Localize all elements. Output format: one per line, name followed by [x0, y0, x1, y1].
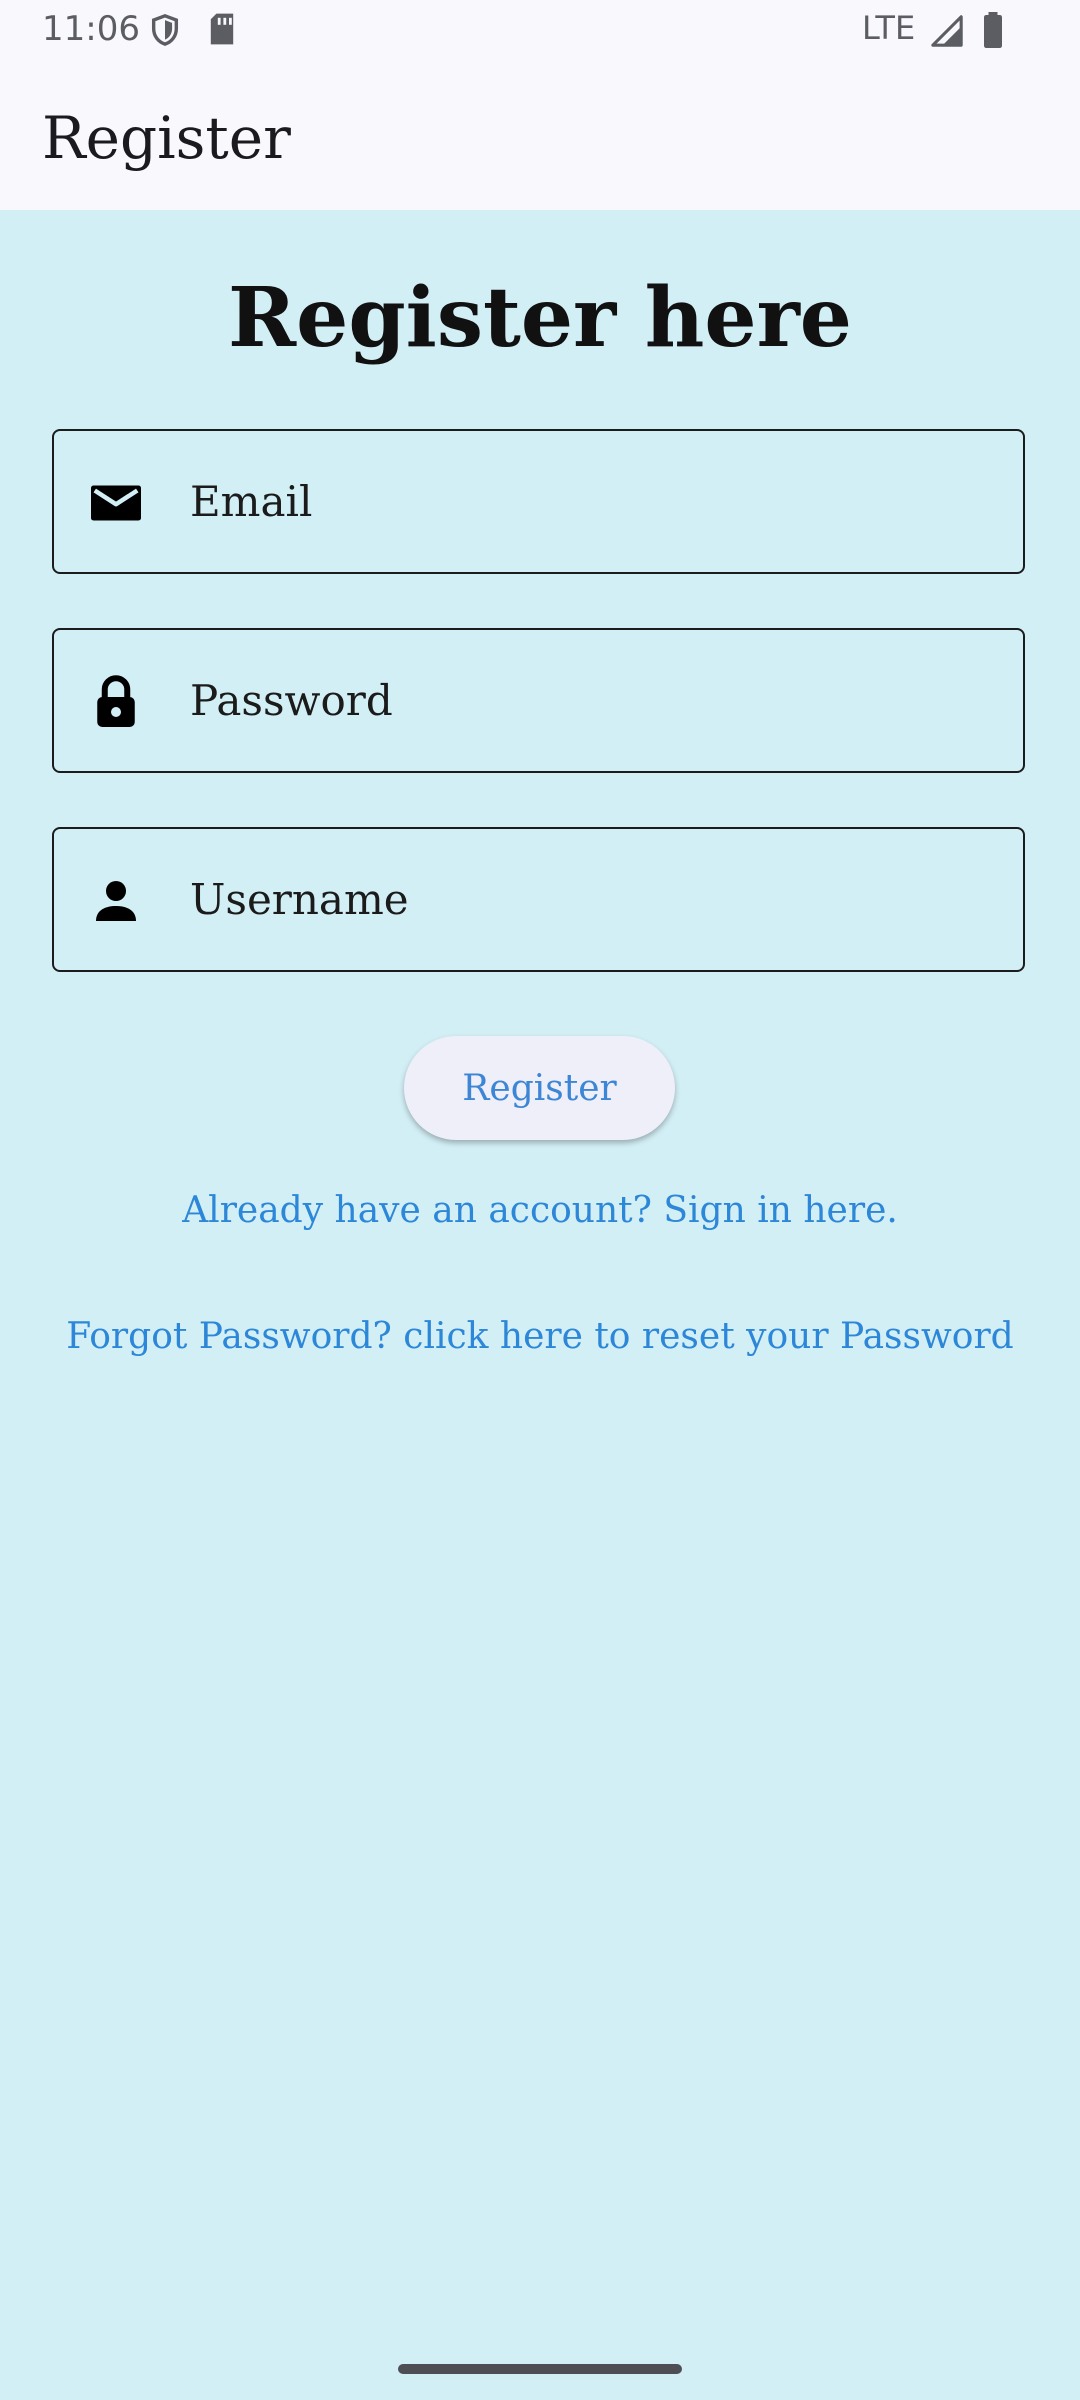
navigation-handle[interactable] — [398, 2364, 682, 2374]
app-bar-title: Register — [42, 104, 291, 172]
email-input[interactable] — [190, 431, 990, 572]
sign-in-link[interactable]: Already have an account? Sign in here. — [0, 1190, 1080, 1231]
sd-card-icon — [208, 12, 236, 55]
signal-icon — [930, 14, 964, 57]
app-bar: Register — [0, 60, 1080, 210]
status-bar: 11:06 LTE — [0, 0, 1080, 60]
register-button[interactable]: Register — [404, 1036, 675, 1140]
register-form: Register here Register Already have an a… — [0, 210, 1080, 2400]
lock-icon — [86, 672, 146, 732]
username-field[interactable] — [52, 827, 1025, 972]
status-time: 11:06 — [42, 9, 140, 49]
email-field[interactable] — [52, 429, 1025, 574]
shield-icon — [148, 12, 182, 57]
envelope-icon — [86, 473, 146, 533]
forgot-password-link[interactable]: Forgot Password? click here to reset you… — [0, 1316, 1080, 1357]
page-title: Register here — [228, 270, 852, 366]
password-field[interactable] — [52, 628, 1025, 773]
network-type: LTE — [862, 9, 916, 47]
password-input[interactable] — [190, 630, 990, 771]
battery-icon — [982, 12, 1004, 57]
person-icon — [86, 871, 146, 931]
username-input[interactable] — [190, 829, 990, 970]
